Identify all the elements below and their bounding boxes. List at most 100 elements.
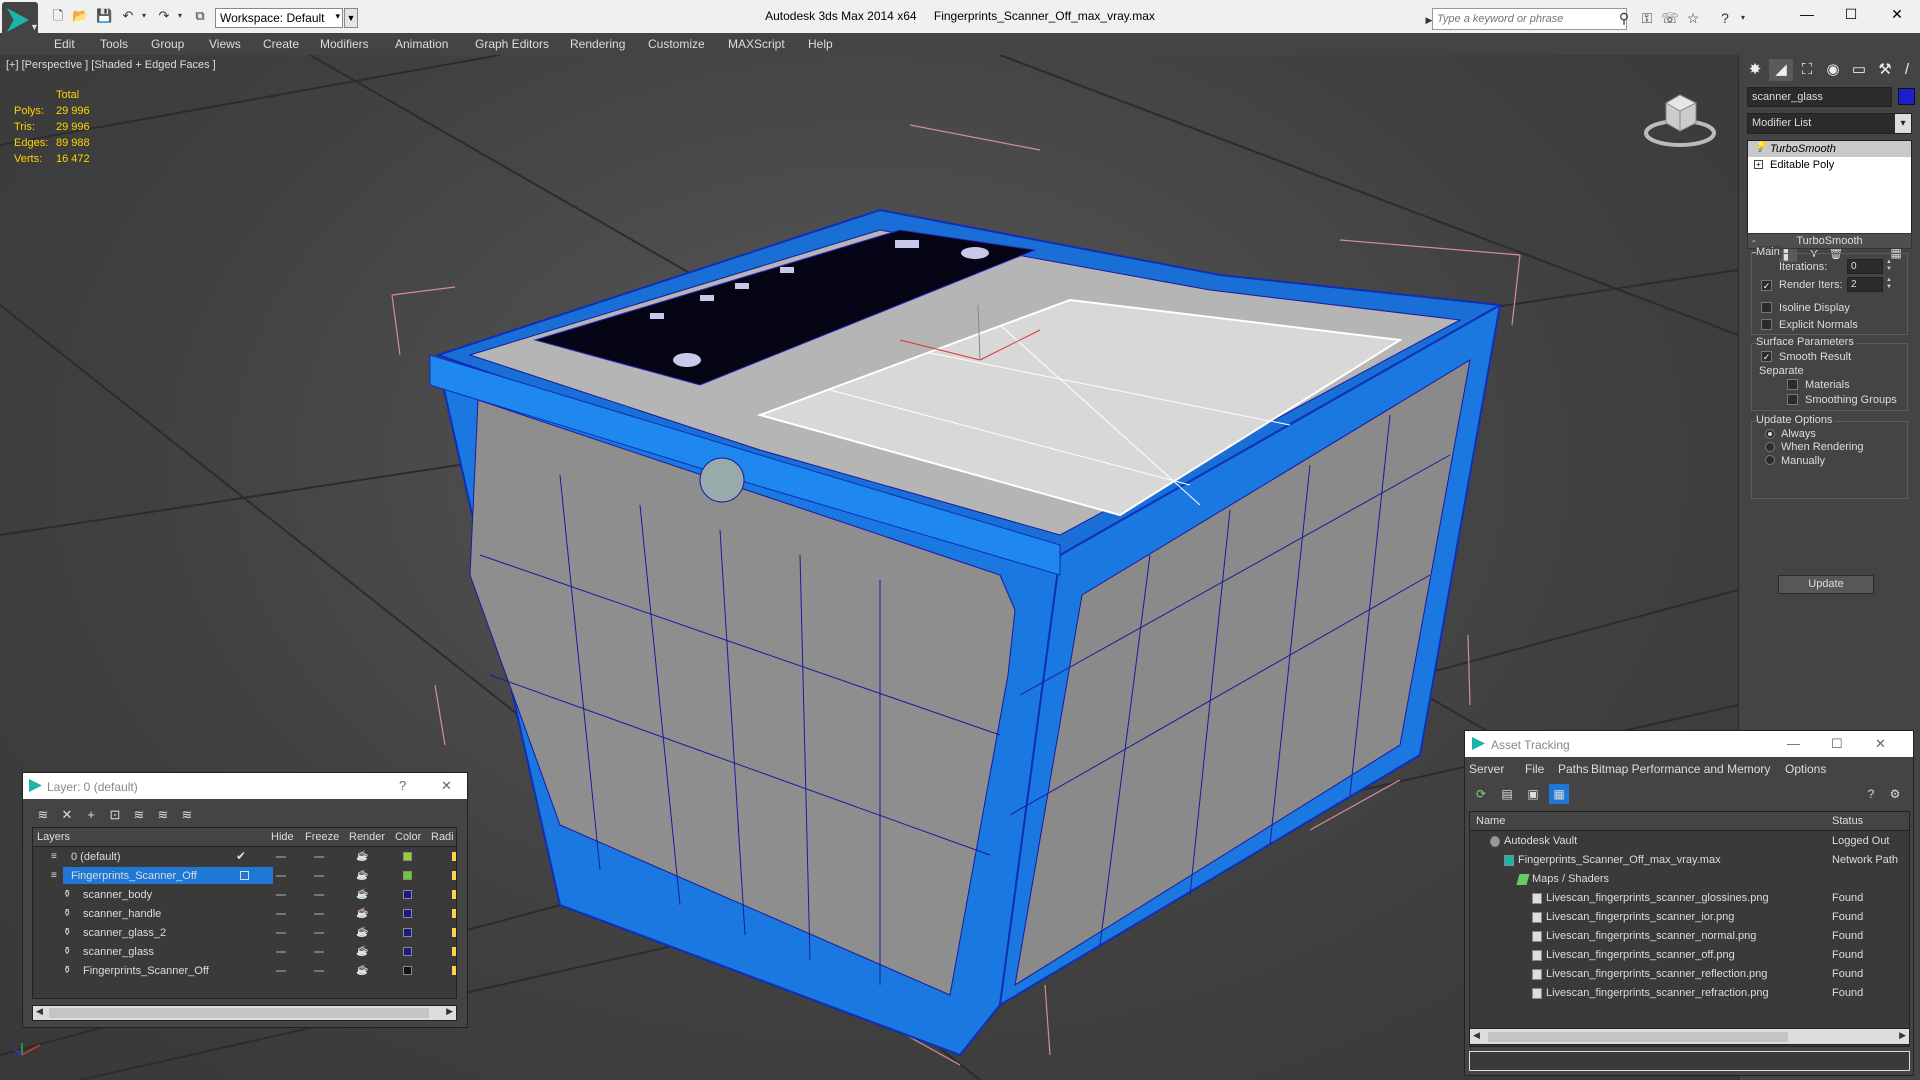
maximize-button[interactable]: ☐: [1836, 6, 1866, 26]
menu-edit[interactable]: Edit: [54, 37, 75, 51]
freeze-toggle[interactable]: [314, 875, 324, 877]
close-button[interactable]: ✕: [1882, 6, 1912, 26]
col-radiosity[interactable]: Radi: [431, 831, 454, 843]
asset-menu-paths[interactable]: Paths: [1558, 762, 1589, 776]
menu-views[interactable]: Views: [209, 37, 241, 51]
layer-color-swatch[interactable]: [403, 909, 412, 918]
asset-row[interactable]: Livescan_fingerprints_scanner_reflection…: [1470, 965, 1909, 984]
radiosity-icon[interactable]: [452, 966, 456, 975]
materials-checkbox[interactable]: [1787, 379, 1798, 390]
render-teapot-icon[interactable]: ☕: [356, 851, 368, 862]
stack-item-editable-poly[interactable]: + Editable Poly: [1748, 157, 1911, 173]
freeze-toggle[interactable]: [314, 970, 324, 972]
smoothing-groups-checkbox[interactable]: [1787, 394, 1798, 405]
modifier-stack[interactable]: 💡 TurboSmooth + Editable Poly: [1747, 140, 1912, 236]
radiosity-icon[interactable]: [452, 909, 456, 918]
communication-center-icon[interactable]: ☏: [1661, 10, 1679, 26]
current-layer-check-icon[interactable]: ✔: [236, 849, 246, 863]
layer-dialog-titlebar[interactable]: Layer: 0 (default) ? ✕: [23, 773, 467, 799]
motion-tab-icon[interactable]: ◉: [1821, 59, 1845, 81]
set-current-layer-icon[interactable]: ≋: [153, 805, 173, 825]
asset-menu-options[interactable]: Options: [1785, 762, 1826, 776]
asset-menu-bitmap[interactable]: Bitmap Performance and Memory: [1591, 762, 1770, 776]
horizontal-scrollbar[interactable]: ◀ ▶: [32, 1005, 457, 1021]
layer-name[interactable]: Fingerprints_Scanner_Off: [71, 870, 197, 882]
update-button[interactable]: Update: [1778, 575, 1874, 594]
col-status[interactable]: Status: [1832, 815, 1863, 827]
layer-name[interactable]: scanner_handle: [83, 908, 161, 920]
hierarchy-tab-icon[interactable]: ⛶: [1795, 59, 1819, 81]
asset-row[interactable]: Livescan_fingerprints_scanner_glossines.…: [1470, 889, 1909, 908]
render-teapot-icon[interactable]: ☕: [356, 927, 368, 938]
menu-tools[interactable]: Tools: [100, 37, 128, 51]
asset-row[interactable]: Fingerprints_Scanner_Off_max_vray.max Net…: [1470, 851, 1909, 870]
radiosity-icon[interactable]: [452, 890, 456, 899]
list-view-icon[interactable]: ▤: [1497, 784, 1517, 804]
create-layer-icon[interactable]: ≋: [33, 805, 53, 825]
binoculars-icon[interactable]: ⚲: [1615, 10, 1633, 26]
menu-rendering[interactable]: Rendering: [570, 37, 625, 51]
layer-color-swatch[interactable]: [403, 852, 412, 861]
layer-name[interactable]: scanner_glass: [83, 946, 154, 958]
scrollbar-thumb[interactable]: [1488, 1032, 1788, 1042]
col-layers[interactable]: Layers: [37, 831, 70, 843]
layer-color-swatch[interactable]: [403, 928, 412, 937]
scroll-right-icon[interactable]: ▶: [1899, 1030, 1906, 1041]
render-teapot-icon[interactable]: ☕: [356, 908, 368, 919]
select-objects-icon[interactable]: ⊡: [105, 805, 125, 825]
freeze-toggle[interactable]: [314, 951, 324, 953]
delete-layer-icon[interactable]: ✕: [57, 805, 77, 825]
search-box[interactable]: [1432, 8, 1627, 30]
asset-menu-file[interactable]: File: [1525, 762, 1544, 776]
vault-icon[interactable]: ⚙: [1885, 784, 1905, 804]
menu-group[interactable]: Group: [151, 37, 184, 51]
menu-create[interactable]: Create: [263, 37, 299, 51]
table-view-icon[interactable]: ▦: [1549, 784, 1569, 804]
create-tab-icon[interactable]: ✸: [1743, 59, 1767, 81]
layer-row[interactable]: ⚱ scanner_glass_2 ☕: [33, 924, 456, 943]
menu-customize[interactable]: Customize: [648, 37, 705, 51]
spinner-arrows-icon[interactable]: ▲ ▼: [1885, 277, 1893, 292]
modify-tab-icon[interactable]: ◢: [1769, 59, 1793, 81]
asset-row[interactable]: Maps / Shaders: [1470, 870, 1909, 889]
utilities-tab-icon[interactable]: ⚒: [1873, 59, 1897, 81]
smooth-result-checkbox[interactable]: ✓: [1761, 351, 1772, 362]
radiosity-icon[interactable]: [452, 852, 456, 861]
asset-row[interactable]: Livescan_fingerprints_scanner_refraction…: [1470, 984, 1909, 1003]
manually-radio[interactable]: [1765, 455, 1775, 465]
minimize-button[interactable]: —: [1792, 6, 1822, 26]
layer-color-swatch[interactable]: [403, 947, 412, 956]
select-layers-icon[interactable]: ≋: [129, 805, 149, 825]
panel-menu-icon[interactable]: /: [1895, 59, 1919, 81]
favorites-star-icon[interactable]: ☆: [1684, 10, 1702, 26]
hide-toggle[interactable]: [276, 894, 286, 896]
plus-box-icon[interactable]: +: [1754, 160, 1763, 169]
stack-item-turbosmooth[interactable]: 💡 TurboSmooth: [1748, 141, 1911, 157]
display-tab-icon[interactable]: ▭: [1847, 59, 1871, 81]
menu-animation[interactable]: Animation: [395, 37, 448, 51]
iterations-spinner[interactable]: 0: [1847, 259, 1883, 274]
help-button[interactable]: ?: [399, 778, 406, 793]
close-icon[interactable]: ✕: [441, 778, 452, 794]
asset-row[interactable]: Livescan_fingerprints_scanner_ior.png Fou…: [1470, 908, 1909, 927]
hide-toggle[interactable]: [276, 913, 286, 915]
menu-help[interactable]: Help: [808, 37, 833, 51]
render-teapot-icon[interactable]: ☕: [356, 870, 368, 881]
hide-toggle[interactable]: [276, 970, 286, 972]
horizontal-scrollbar[interactable]: ◀ ▶: [1469, 1028, 1910, 1045]
help-icon[interactable]: ?: [1716, 10, 1734, 26]
subscription-icon[interactable]: ⚿: [1638, 10, 1656, 26]
radiosity-icon[interactable]: [452, 871, 456, 880]
freeze-toggle[interactable]: [314, 913, 324, 915]
col-freeze[interactable]: Freeze: [305, 831, 339, 843]
layer-color-swatch[interactable]: [403, 966, 412, 975]
layer-name[interactable]: scanner_glass_2: [83, 927, 166, 939]
menu-maxscript[interactable]: MAXScript: [728, 37, 785, 51]
hide-toggle[interactable]: [276, 875, 286, 877]
scroll-right-icon[interactable]: ▶: [446, 1006, 453, 1017]
refresh-icon[interactable]: ⟳: [1471, 784, 1491, 804]
when-rendering-radio[interactable]: [1765, 442, 1775, 452]
isoline-checkbox[interactable]: [1761, 302, 1772, 313]
menu-graph-editors[interactable]: Graph Editors: [475, 37, 549, 51]
always-radio[interactable]: [1765, 429, 1775, 439]
